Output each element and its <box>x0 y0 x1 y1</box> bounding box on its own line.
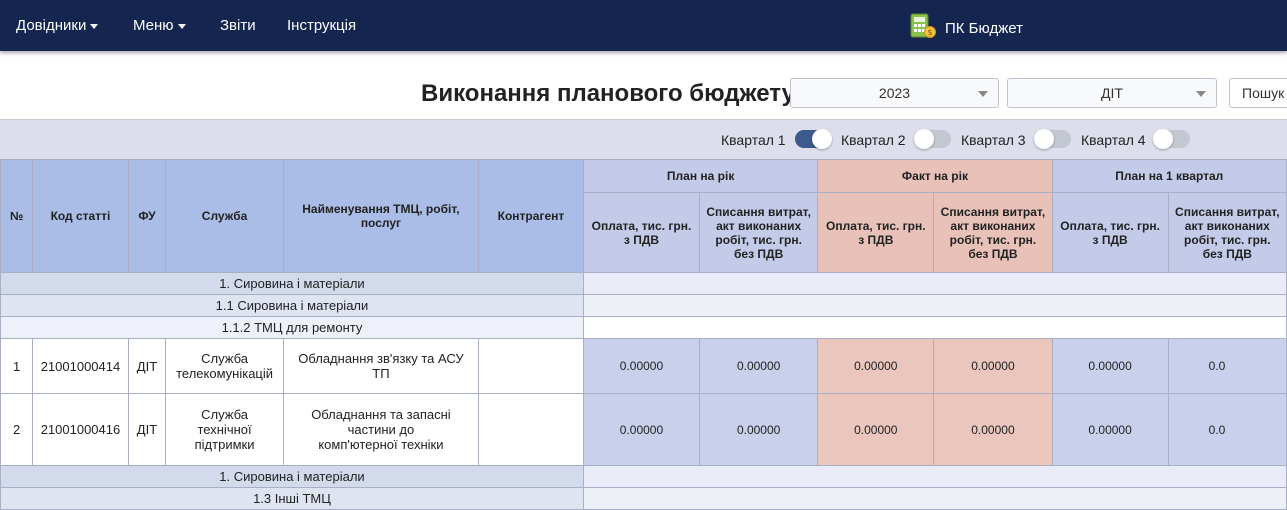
quarter-1-toggle[interactable] <box>795 129 832 149</box>
cell-contractor <box>477 338 584 394</box>
cell-code: 21001000414 <box>32 338 129 394</box>
nav-reports[interactable]: Звіти <box>220 17 256 34</box>
col-header-plan-year: План на рік <box>582 159 819 193</box>
cell-plan-payment[interactable]: 0.00000 <box>582 338 701 394</box>
budget-table-container[interactable]: № Код статті ФУ Служба Найменування ТМЦ,… <box>0 159 1287 510</box>
caret-down-icon <box>177 23 186 29</box>
cell-q1-writeoff[interactable]: 0.0 <box>1167 338 1287 394</box>
cell-name: Обладнання та запасні частини до комп'ют… <box>282 393 479 466</box>
group-row[interactable]: 1.1.2 ТМЦ для ремонту <box>0 316 1287 339</box>
group-row[interactable]: 1.1 Сировина і матеріали <box>0 294 1287 317</box>
col-header-payment: Оплата, тис. грн. з ПДВ <box>1051 192 1169 273</box>
brand[interactable]: $ ПК Бюджет <box>909 13 1023 44</box>
quarter-3-label: Квартал 3 <box>961 132 1026 148</box>
group-label: 1. Сировина і матеріали <box>0 272 584 295</box>
group-label: 1.1 Сировина і матеріали <box>0 294 584 317</box>
cell-service: Служба телекомунікацій <box>165 338 284 394</box>
chevron-down-icon <box>978 91 988 97</box>
caret-down-icon <box>90 23 99 29</box>
col-header-name: Найменування ТМЦ, робіт, послуг <box>282 159 479 273</box>
cell-fu: ДІТ <box>127 338 167 394</box>
cell-plan-writeoff[interactable]: 0.00000 <box>698 338 819 394</box>
table-row[interactable]: 2 21001000416 ДІТ Служба технічної підтр… <box>0 393 1287 466</box>
quarter-2-label: Квартал 2 <box>841 132 906 148</box>
col-header-contractor: Контрагент <box>477 159 584 273</box>
quarter-4-label: Квартал 4 <box>1081 132 1146 148</box>
cell-fact-payment[interactable]: 0.00000 <box>817 338 935 394</box>
col-header-fu: ФУ <box>127 159 167 273</box>
cell-plan-payment[interactable]: 0.00000 <box>582 393 701 466</box>
col-header-writeoff: Списання витрат, акт виконаних робіт, ти… <box>698 192 819 273</box>
cell-plan-writeoff[interactable]: 0.00000 <box>698 393 819 466</box>
col-header-service: Служба <box>165 159 284 273</box>
nav-directories-label: Довідники <box>16 17 87 34</box>
group-label: 1.1.2 ТМЦ для ремонту <box>0 316 584 339</box>
quarter-1-label: Квартал 1 <box>721 132 786 148</box>
cell-num: 1 <box>0 338 34 394</box>
col-header-code: Код статті <box>32 159 129 273</box>
top-navbar: Довідники Меню Звіти Інструкція $ ПК Бюд… <box>0 0 1287 51</box>
table-row[interactable]: 1 21001000414 ДІТ Служба телекомунікацій… <box>0 338 1287 394</box>
group-row[interactable]: 1.3 Інші ТМЦ <box>0 487 1287 510</box>
col-header-writeoff: Списання витрат, акт виконаних робіт, ти… <box>1167 192 1287 273</box>
search-button[interactable]: Пошук <box>1229 78 1287 108</box>
col-header-payment: Оплата, тис. грн. з ПДВ <box>582 192 701 273</box>
cell-q1-payment[interactable]: 0.00000 <box>1051 393 1169 466</box>
quarter-3-toggle[interactable] <box>1034 129 1071 149</box>
department-select[interactable]: ДІТ <box>1007 78 1217 108</box>
cell-contractor <box>477 393 584 466</box>
nav-menu[interactable]: Меню <box>133 17 186 34</box>
year-select-value: 2023 <box>878 85 911 101</box>
cell-fact-writeoff[interactable]: 0.00000 <box>933 393 1053 466</box>
nav-reports-label: Звіти <box>220 17 256 34</box>
cell-num: 2 <box>0 393 34 466</box>
nav-menu-label: Меню <box>133 17 174 34</box>
cell-service: Служба технічної підтримки <box>165 393 284 466</box>
group-label: 1. Сировина і матеріали <box>0 465 584 488</box>
group-label: 1.3 Інші ТМЦ <box>0 487 584 510</box>
col-header-writeoff: Списання витрат, акт виконаних робіт, ти… <box>933 192 1053 273</box>
nav-directories[interactable]: Довідники <box>16 17 99 34</box>
department-select-value: ДІТ <box>1101 85 1123 101</box>
year-select[interactable]: 2023 <box>790 78 999 108</box>
nav-instructions-label: Інструкція <box>287 17 357 34</box>
col-header-payment: Оплата, тис. грн. з ПДВ <box>817 192 935 273</box>
quarter-4-toggle[interactable] <box>1153 129 1190 149</box>
group-row[interactable]: 1. Сировина і матеріали <box>0 272 1287 295</box>
brand-title: ПК Бюджет <box>945 20 1023 37</box>
cell-code: 21001000416 <box>32 393 129 466</box>
svg-text:$: $ <box>927 28 932 37</box>
cell-name: Обладнання зв'язку та АСУ ТП <box>282 338 479 394</box>
cell-fact-payment[interactable]: 0.00000 <box>817 393 935 466</box>
group-row[interactable]: 1. Сировина і матеріали <box>0 465 1287 488</box>
col-header-num: № <box>0 159 34 273</box>
cell-q1-writeoff[interactable]: 0.0 <box>1167 393 1287 466</box>
page-title: Виконання планового бюджету <box>421 80 795 107</box>
calculator-money-icon: $ <box>909 13 937 44</box>
cell-fact-writeoff[interactable]: 0.00000 <box>933 338 1053 394</box>
cell-fu: ДІТ <box>127 393 167 466</box>
budget-table: № Код статті ФУ Служба Найменування ТМЦ,… <box>0 159 1287 510</box>
nav-instructions[interactable]: Інструкція <box>287 17 356 34</box>
col-header-plan-q1: План на 1 квартал <box>1051 159 1287 193</box>
cell-q1-payment[interactable]: 0.00000 <box>1051 338 1169 394</box>
quarter-toggle-bar: Квартал 1 Квартал 2 Квартал 3 Квартал 4 <box>0 119 1287 159</box>
col-header-fact-year: Факт на рік <box>817 159 1053 193</box>
chevron-down-icon <box>1196 91 1206 97</box>
quarter-2-toggle[interactable] <box>914 129 951 149</box>
